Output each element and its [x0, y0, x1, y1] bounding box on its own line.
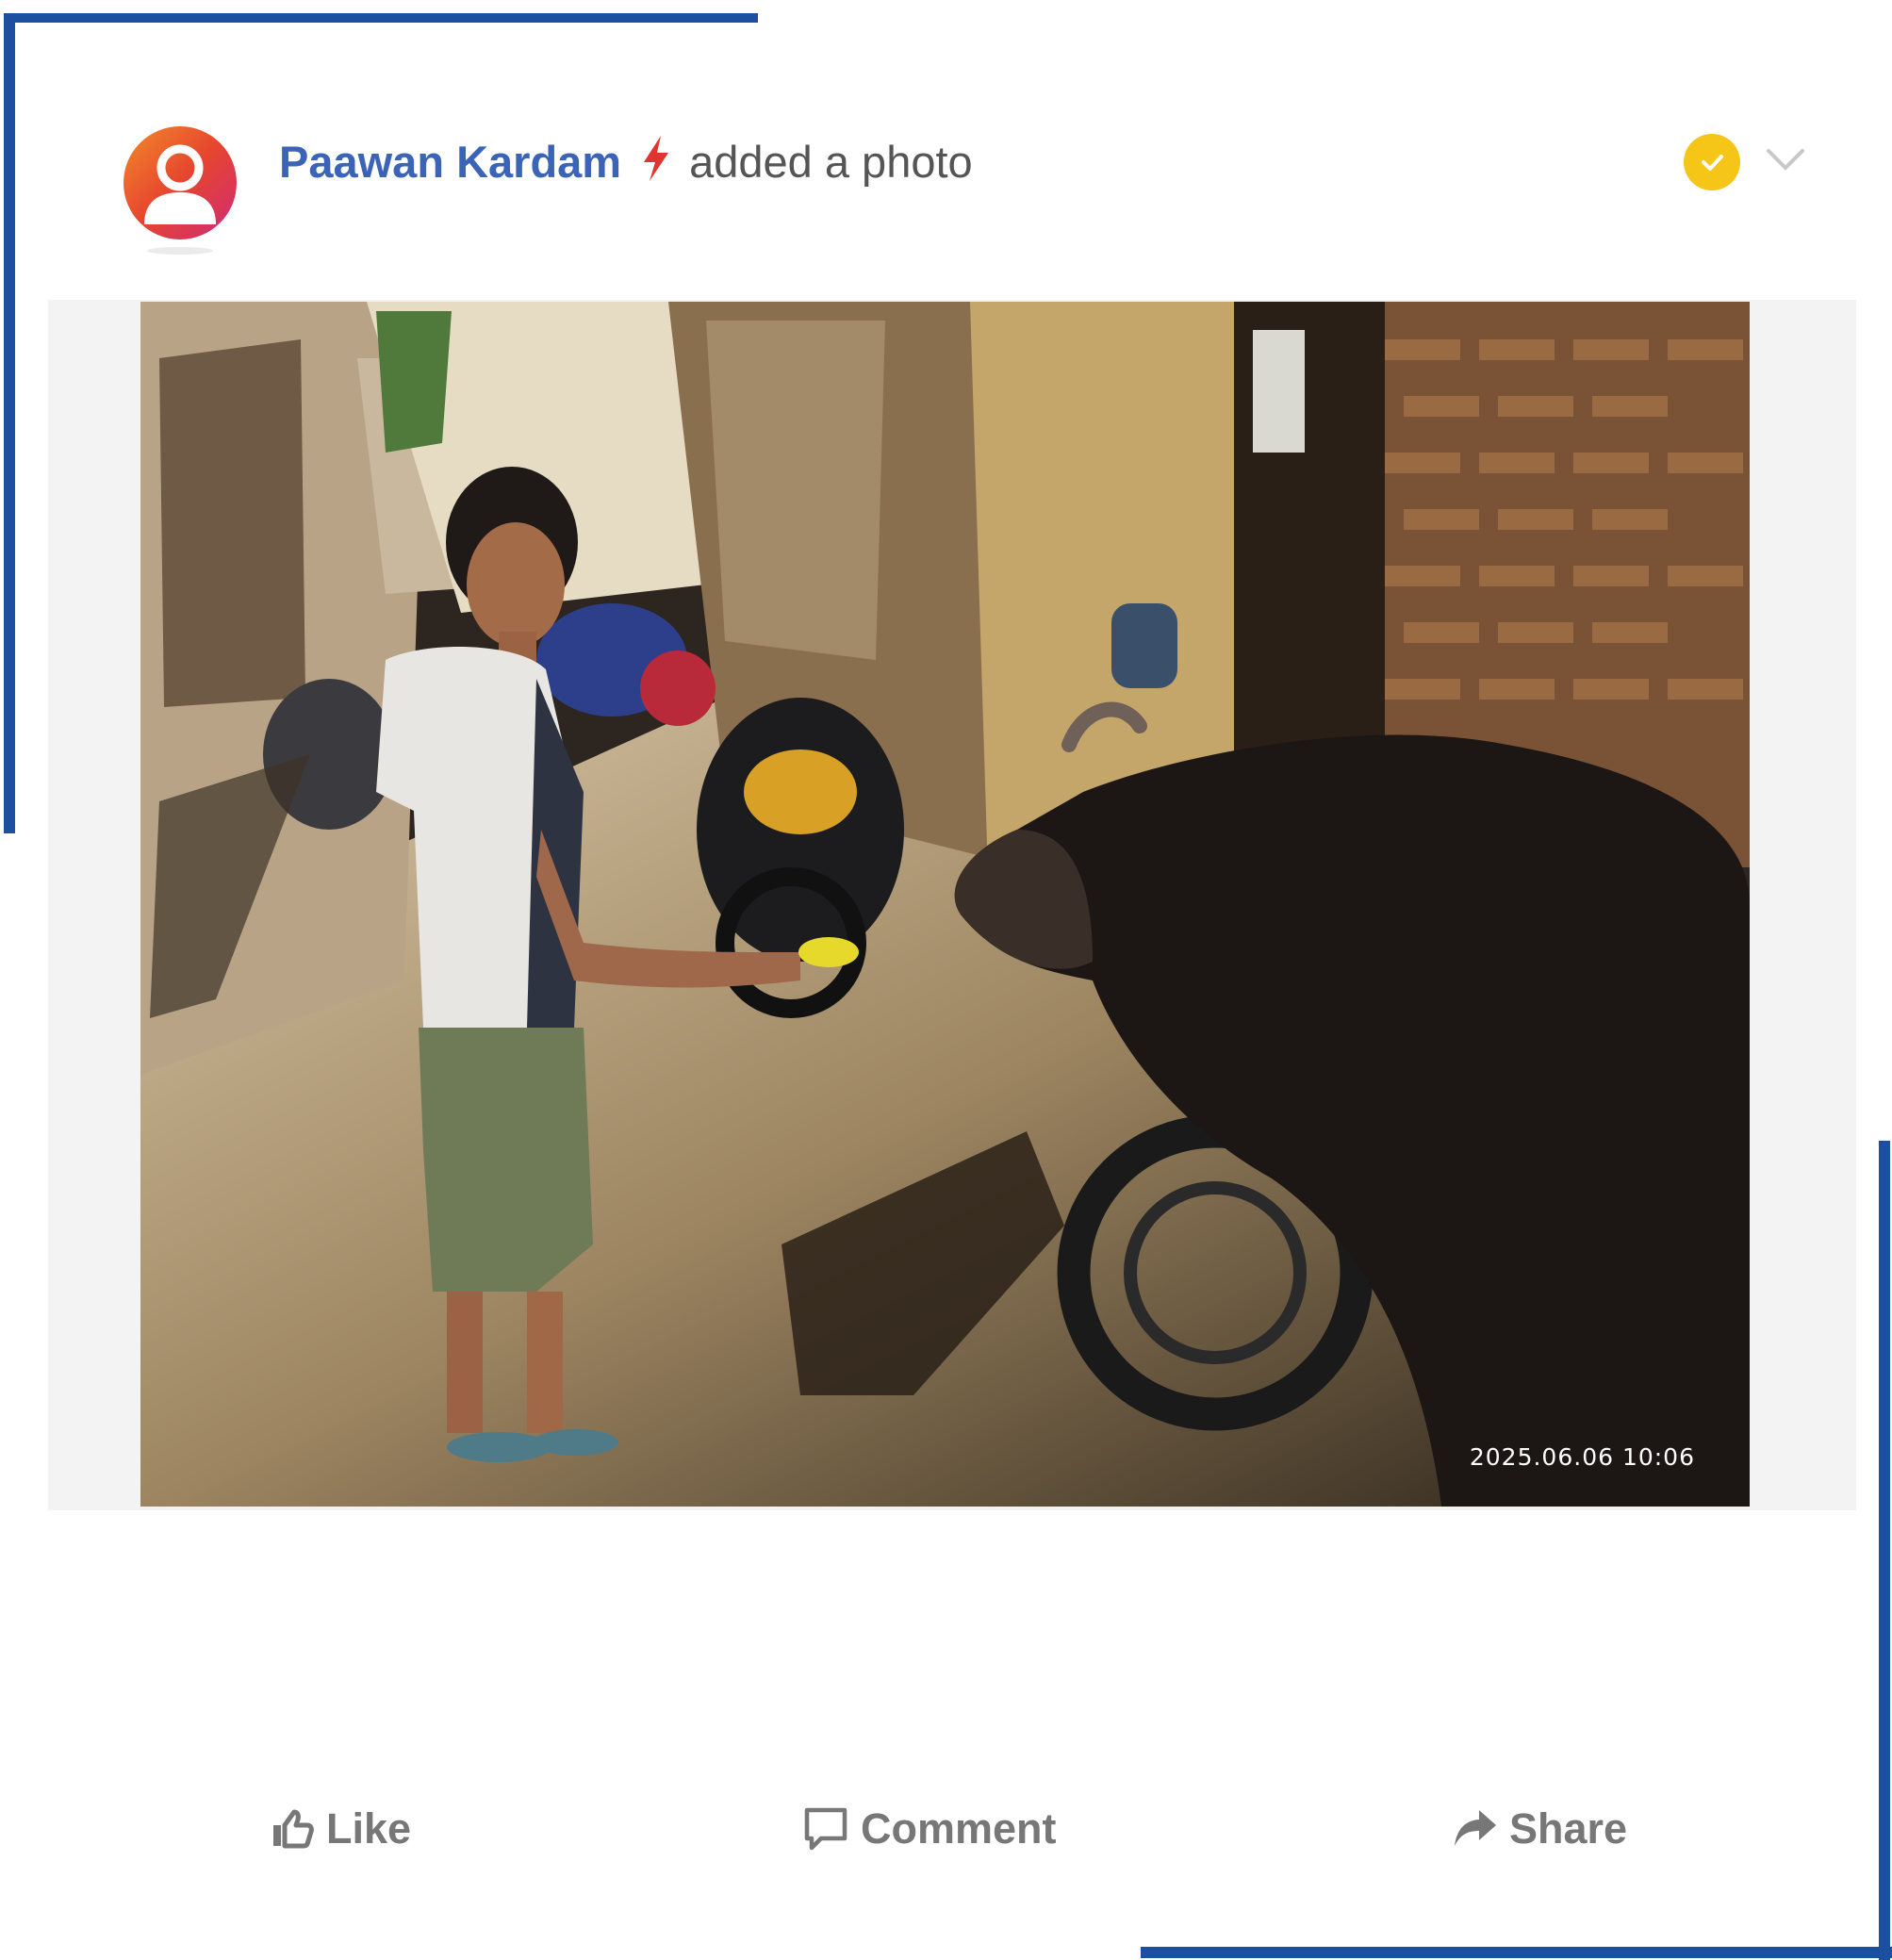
post-header: Paawan Kardam added a photo	[109, 98, 1863, 268]
avatar-shadow	[147, 247, 213, 255]
photo-timestamp: 2025.06.06 10:06	[1469, 1443, 1695, 1471]
post-actions-bar: Like Comment Share	[15, 1804, 1879, 1880]
verified-check-icon	[1684, 134, 1740, 190]
share-arrow-icon	[1453, 1806, 1498, 1852]
author-name-link[interactable]: Paawan Kardam	[279, 137, 621, 187]
frame-top-line	[4, 13, 758, 23]
like-label: Like	[326, 1804, 412, 1853]
frame-left-line	[4, 13, 15, 833]
post-action-text: added a photo	[689, 137, 973, 187]
frame-bottom-line	[1141, 1947, 1892, 1958]
like-button[interactable]: Like	[270, 1804, 411, 1853]
thumbs-up-icon	[270, 1806, 315, 1852]
post-photo[interactable]: 2025.06.06 10:06	[140, 302, 1750, 1507]
chevron-down-icon[interactable]	[1765, 145, 1806, 173]
share-label: Share	[1509, 1804, 1628, 1853]
comment-button[interactable]: Comment	[802, 1804, 1057, 1853]
share-button[interactable]: Share	[1453, 1804, 1627, 1853]
comment-bubble-icon	[802, 1805, 849, 1853]
post-photo-container: 2025.06.06 10:06	[48, 300, 1856, 1510]
post-card: Paawan Kardam added a photo 2025.06.06 1…	[15, 23, 1879, 1947]
lightning-bolt-icon	[636, 134, 676, 183]
post-author-line: Paawan Kardam added a photo	[279, 134, 973, 190]
user-avatar-icon[interactable]	[123, 126, 237, 239]
comment-label: Comment	[861, 1804, 1057, 1853]
frame-right-line	[1879, 1141, 1890, 1960]
